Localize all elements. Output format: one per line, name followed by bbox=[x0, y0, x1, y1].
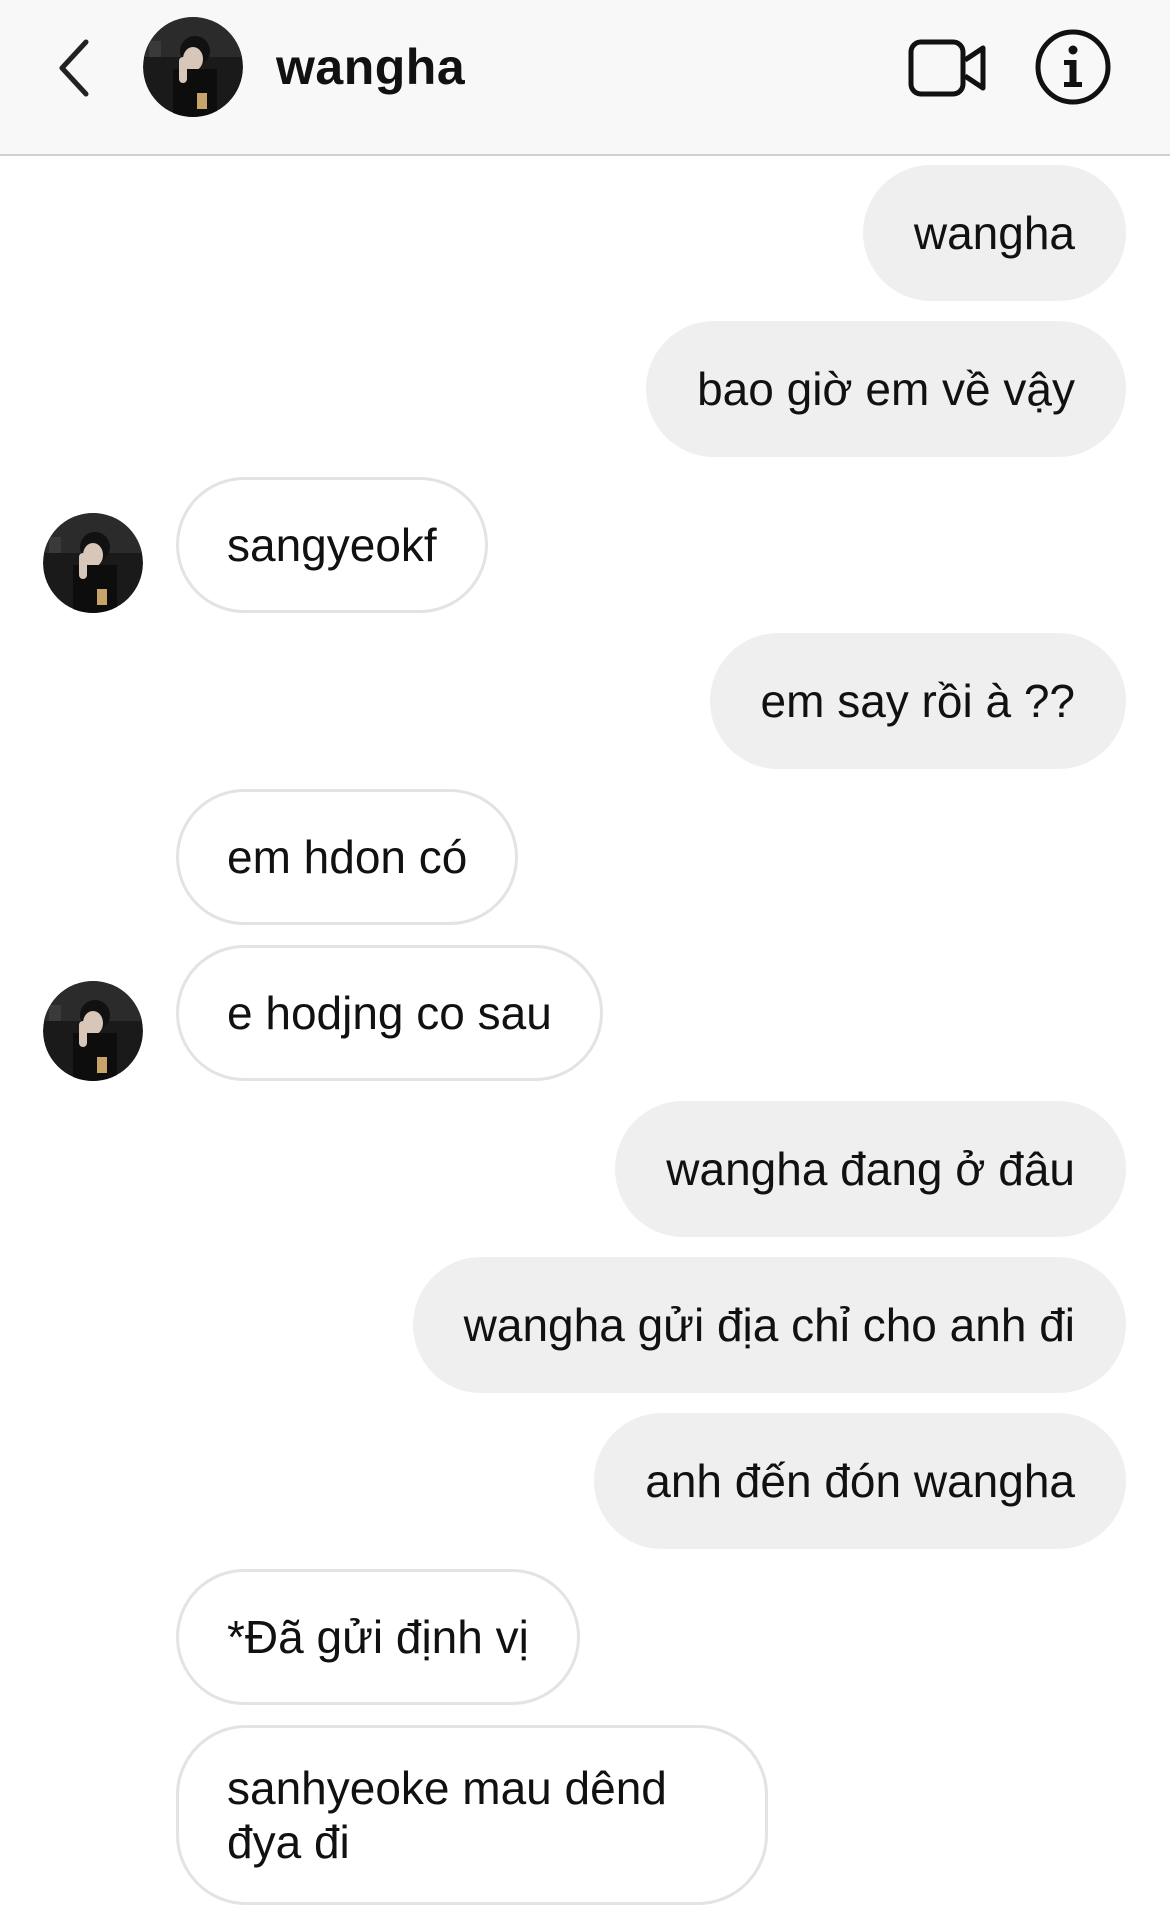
message-outgoing[interactable]: bao giờ em về vậy bbox=[646, 321, 1126, 457]
video-camera-icon bbox=[908, 39, 986, 97]
info-button[interactable] bbox=[1034, 28, 1112, 106]
message-incoming[interactable]: sanhyeoke mau dênd đya đi bbox=[176, 1725, 768, 1905]
message-outgoing[interactable]: wangha bbox=[862, 165, 1126, 301]
message-text: e hodjng co sau bbox=[227, 987, 552, 1039]
message-incoming[interactable]: e hodjng co sau bbox=[176, 945, 603, 1081]
back-button[interactable] bbox=[44, 30, 104, 106]
message-text: *Đã gửi định vị bbox=[227, 1611, 529, 1663]
message-incoming[interactable]: em hdon có bbox=[176, 789, 519, 925]
info-icon bbox=[1035, 29, 1111, 105]
message-text: em say rồi à ?? bbox=[760, 675, 1075, 727]
message-incoming[interactable]: *Đã gửi định vị bbox=[176, 1569, 580, 1705]
chat-title[interactable]: wangha bbox=[276, 38, 465, 96]
message-text: bao giờ em về vậy bbox=[697, 363, 1075, 415]
avatar[interactable] bbox=[43, 513, 143, 613]
message-text: wangha đang ở đâu bbox=[666, 1143, 1075, 1195]
avatar[interactable] bbox=[143, 17, 243, 117]
message-text: em hdon có bbox=[227, 831, 468, 883]
message-text: wangha gửi địa chỉ cho anh đi bbox=[463, 1299, 1075, 1351]
message-text: anh đến đón wangha bbox=[645, 1455, 1075, 1507]
chat-header: wangha bbox=[0, 0, 1170, 156]
message-text: wangha bbox=[913, 207, 1075, 259]
video-call-button[interactable] bbox=[908, 36, 988, 100]
message-outgoing[interactable]: wangha đang ở đâu bbox=[615, 1101, 1126, 1237]
message-outgoing[interactable]: anh đến đón wangha bbox=[594, 1413, 1126, 1549]
message-outgoing[interactable]: em say rồi à ?? bbox=[709, 633, 1126, 769]
avatar[interactable] bbox=[43, 981, 143, 1081]
chevron-left-icon bbox=[59, 39, 89, 97]
message-incoming[interactable]: sangyeokf bbox=[176, 477, 488, 613]
message-text: sangyeokf bbox=[227, 519, 437, 571]
message-text: sanhyeoke mau dênd đya đi bbox=[227, 1762, 667, 1868]
message-outgoing[interactable]: wangha gửi địa chỉ cho anh đi bbox=[412, 1257, 1126, 1393]
